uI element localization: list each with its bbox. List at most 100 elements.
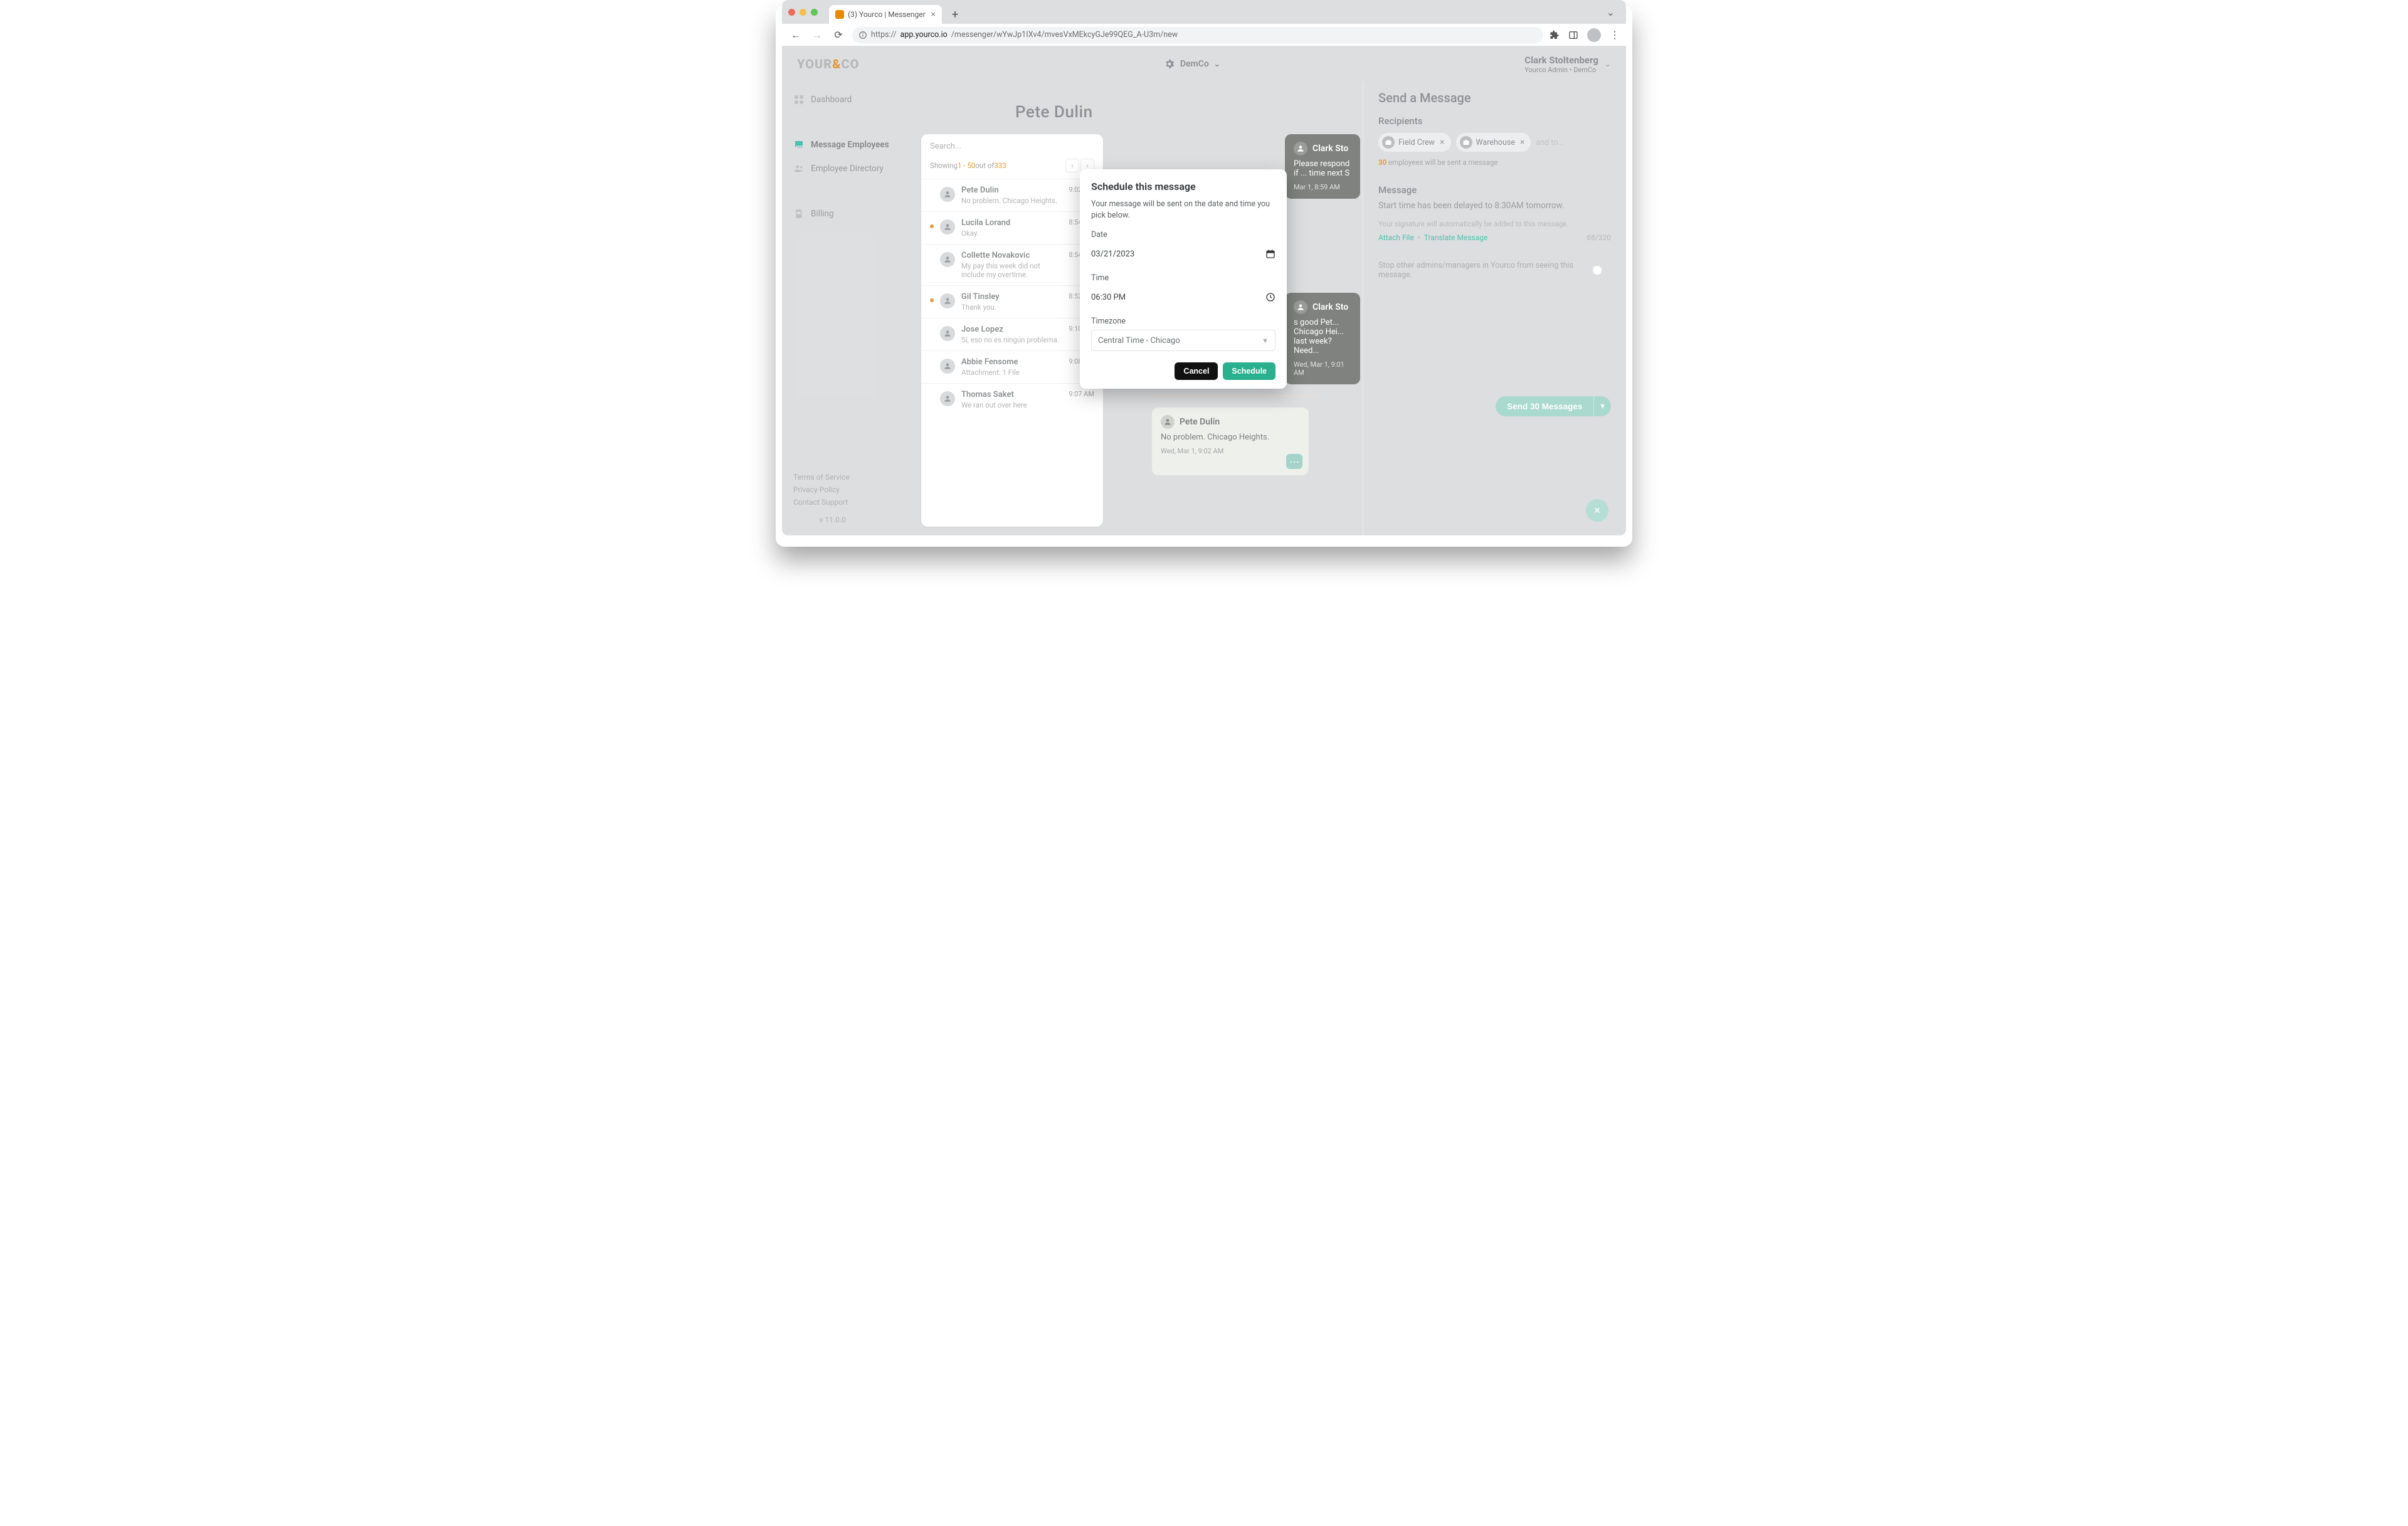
chip-remove-icon[interactable]: × [1439,137,1445,147]
compose-panel: Send a Message Recipients Field Crew × W… [1363,82,1626,535]
list-item[interactable]: Collette NovakovicMy pay this week did n… [921,244,1103,285]
chip-remove-icon[interactable]: × [1519,137,1526,147]
message-sender: Clark Sto [1312,144,1348,154]
message-time: Wed, Mar 1, 9:02 AM [1161,447,1300,455]
timezone-select[interactable]: Central Time - Chicago ▼ [1091,330,1275,351]
conv-name: Collette Novakovic [961,251,1062,260]
panel-icon[interactable] [1568,30,1578,40]
window-minimize-icon[interactable] [800,9,806,16]
date-value: 03/21/2023 [1091,250,1134,259]
conv-name: Gil Tinsley [961,292,1062,302]
message-outgoing: Clark Sto Please respond if ... time nex… [1285,134,1360,199]
window-traffic-lights[interactable] [788,9,818,16]
tabs-overflow-icon[interactable]: ⌄ [1602,6,1620,18]
nav-back-button[interactable]: ← [788,29,803,41]
link-terms[interactable]: Terms of Service [793,473,850,481]
message-incoming: Pete Dulin No problem. Chicago Heights. … [1152,408,1309,475]
message-outgoing: Clark Sto s good Pet... Chicago Hei... l… [1285,293,1360,384]
company-name: DemCo [1180,59,1209,69]
person-icon [940,219,955,234]
window-zoom-icon[interactable] [811,9,818,16]
recipient-chip[interactable]: Field Crew × [1378,133,1451,152]
attach-file-link[interactable]: Attach File [1378,233,1414,242]
privacy-toggle[interactable] [1592,265,1611,276]
billing-icon [793,208,805,219]
nav-forward-button[interactable]: → [810,29,825,41]
sidebar-item-billing[interactable]: Billing [782,202,907,226]
message-time: Wed, Mar 1, 9:01 AM [1294,360,1351,377]
recipients-more[interactable]: and to... [1536,138,1564,147]
browser-menu-icon[interactable]: ⋮ [1610,29,1620,41]
profile-avatar-icon[interactable] [1587,28,1601,42]
url-path: /messenger/wYwJp1IXv4/mvesVxMEkcyGJe99QE… [951,30,1178,39]
conv-name: Thomas Saket [961,390,1062,399]
sidebar-item-dashboard[interactable]: Dashboard [782,88,907,112]
clock-icon[interactable] [1265,292,1275,302]
company-switcher[interactable]: DemCo ⌄ [1164,58,1220,70]
time-input[interactable]: 06:30 PM [1091,287,1275,308]
app-topbar: YOUR&CO DemCo ⌄ Clark Stoltenberg Yourco… [782,46,1626,82]
link-privacy[interactable]: Privacy Policy [793,485,850,494]
url-bar[interactable]: https://app.yourco.io/messenger/wYwJp1IX… [852,27,1543,43]
window-close-icon[interactable] [788,9,795,16]
briefcase-icon [1382,136,1395,149]
dashboard-icon [793,94,805,105]
person-icon [940,187,955,202]
list-item[interactable]: Lucila LorandOkay.8:54 AM [921,211,1103,244]
signature-hint: Your signature will automatically be add… [1378,219,1611,228]
app-root: YOUR&CO DemCo ⌄ Clark Stoltenberg Yourco… [782,46,1626,535]
extensions-icon[interactable] [1550,30,1560,40]
person-icon [1161,415,1175,429]
list-item[interactable]: Gil TinsleyThank you.8:52 AM [921,285,1103,318]
translate-link[interactable]: Translate Message [1424,233,1487,242]
sidebar-item-employee-directory[interactable]: Employee Directory [782,157,907,181]
send-messages-button[interactable]: Send 30 Messages [1496,396,1593,416]
message-body: Please respond if ... time next S [1294,159,1351,178]
gear-icon [1164,58,1175,70]
person-icon [1294,142,1307,155]
message-body: No problem. Chicago Heights. [1161,433,1300,442]
close-panel-button[interactable]: × [1586,499,1608,522]
schedule-button[interactable]: Schedule [1223,362,1275,380]
message-menu-button[interactable]: ⋯ [1286,454,1302,469]
url-host: app.yourco.io [900,30,948,39]
list-item[interactable]: Abbie FensomeAttachment: 1 File9:08 AM [921,350,1103,383]
user-menu[interactable]: Clark Stoltenberg Yourco Admin • DemCo ⌄ [1524,55,1611,74]
modal-title: Schedule this message [1091,181,1275,192]
link-contact[interactable]: Contact Support [793,498,850,507]
list-item[interactable]: Jose LopezSí, eso no es ningún problema.… [921,318,1103,350]
time-label: Time [1091,273,1275,283]
sidebar-item-label: Message Employees [811,140,889,150]
recipient-chip[interactable]: Warehouse × [1456,133,1531,152]
brand-logo-accent: & [832,56,841,71]
browser-tab[interactable]: (3) Yourco | Messenger × [829,5,942,24]
person-icon [940,359,955,374]
page-prev-button[interactable]: ‹ [1065,159,1079,172]
list-item[interactable]: Pete DulinNo problem. Chicago Heights.9:… [921,179,1103,211]
compose-title: Send a Message [1378,90,1611,105]
schedule-modal: Schedule this message Your message will … [1080,169,1287,389]
site-info-icon[interactable] [858,31,867,39]
message-textarea[interactable]: Start time has been delayed to 8:30AM to… [1378,201,1611,211]
send-options-button[interactable]: ▾ [1593,396,1611,416]
tab-close-icon[interactable]: × [931,9,936,19]
person-icon [940,252,955,267]
unread-dot-icon [930,224,934,228]
app-version: v 11.0.0 [793,515,850,524]
favicon-icon [835,10,844,19]
conversation-list: Search... Showing 1 - 50 out of 333 ‹ › … [921,134,1103,527]
search-input[interactable]: Search... [921,134,1103,159]
sidebar-item-message-employees[interactable]: Message Employees [782,133,907,157]
conv-time: 9:07 AM [1069,390,1094,398]
message-sender: Clark Sto [1312,302,1348,312]
list-item[interactable]: Thomas SaketWe ran out over here9:07 AM [921,383,1103,416]
new-tab-button[interactable]: + [947,8,963,21]
modal-description: Your message will be sent on the date an… [1091,199,1275,221]
date-input[interactable]: 03/21/2023 [1091,243,1275,265]
conv-name: Jose Lopez [961,325,1062,334]
chevron-down-icon: ▼ [1262,337,1269,345]
chevron-down-icon: ⌄ [1605,60,1611,68]
nav-reload-button[interactable]: ⟳ [831,29,846,41]
calendar-icon[interactable] [1265,249,1275,259]
cancel-button[interactable]: Cancel [1175,362,1218,380]
